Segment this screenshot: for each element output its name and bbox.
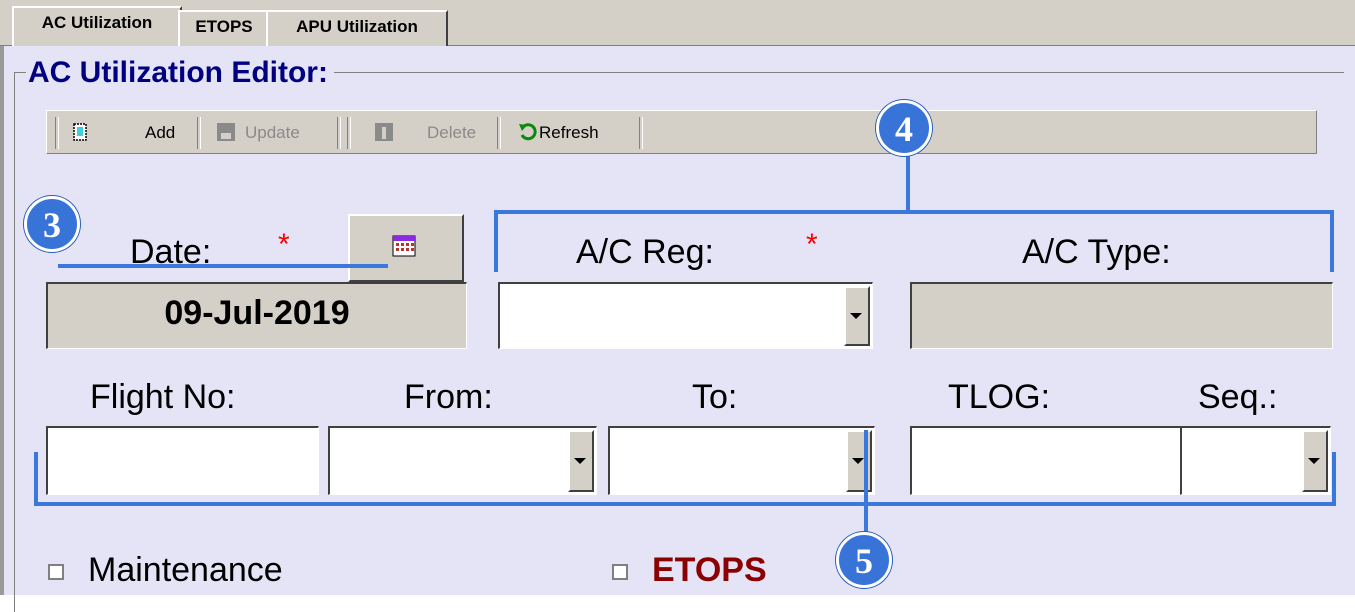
seq-select[interactable] xyxy=(1180,426,1331,495)
tab-strip: AC Utilization ETOPS APU Utilization xyxy=(0,0,1355,48)
ac-reg-label: A/C Reg: xyxy=(576,233,714,271)
flight-no-input[interactable] xyxy=(46,426,319,495)
update-button[interactable]: Update xyxy=(245,119,300,147)
ac-type-label: A/C Type: xyxy=(1022,233,1171,271)
toolbar-separator xyxy=(55,117,59,149)
toolbar-separator xyxy=(497,117,501,149)
date-field[interactable]: 09-Jul-2019 xyxy=(46,282,467,349)
callout-3-line xyxy=(58,264,388,268)
etops-checkbox[interactable] xyxy=(612,564,628,580)
callout-4-bracket-left xyxy=(494,210,498,272)
delete-button[interactable]: Delete xyxy=(427,119,476,147)
add-icon[interactable] xyxy=(69,121,91,143)
ac-reg-required-mark: * xyxy=(806,228,818,261)
chevron-down-icon xyxy=(852,458,864,464)
to-label: To: xyxy=(692,378,738,416)
callout-5: 5 xyxy=(836,532,892,588)
chevron-down-icon xyxy=(1308,458,1320,464)
calendar-button[interactable] xyxy=(348,214,464,282)
toolbar-separator xyxy=(197,117,201,149)
tlog-input[interactable] xyxy=(910,426,1183,495)
ac-type-field xyxy=(910,282,1333,349)
chevron-down-icon xyxy=(850,313,862,319)
callout-5-bracket-right xyxy=(1332,452,1336,506)
callout-3: 3 xyxy=(24,196,80,252)
to-dropdown-button[interactable] xyxy=(846,430,872,492)
editor-title: AC Utilization Editor: xyxy=(26,55,334,91)
seq-label: Seq.: xyxy=(1198,378,1278,416)
chevron-down-icon xyxy=(574,458,586,464)
toolbar-separator xyxy=(347,117,351,149)
callout-5-bracket-bottom xyxy=(34,502,1336,506)
flight-no-label: Flight No: xyxy=(90,378,236,416)
from-label: From: xyxy=(404,378,493,416)
callout-4: 4 xyxy=(876,100,932,156)
maintenance-checkbox[interactable] xyxy=(48,564,64,580)
toolbar: Add Update Delete Refresh xyxy=(46,110,1317,154)
maintenance-label: Maintenance xyxy=(88,551,283,589)
date-required-mark: * xyxy=(278,228,290,261)
tlog-label: TLOG: xyxy=(948,378,1051,416)
refresh-button[interactable]: Refresh xyxy=(539,119,599,147)
to-select[interactable] xyxy=(608,426,875,495)
ac-reg-select[interactable] xyxy=(498,282,873,349)
from-select[interactable] xyxy=(328,426,597,495)
callout-5-stem xyxy=(864,430,868,540)
refresh-icon[interactable] xyxy=(517,121,539,143)
seq-dropdown-button[interactable] xyxy=(1302,430,1328,492)
add-button[interactable]: Add xyxy=(145,119,175,147)
date-value: 09-Jul-2019 xyxy=(164,294,350,332)
callout-5-bracket-left xyxy=(34,452,38,506)
tab-apu-utilization[interactable]: APU Utilization xyxy=(266,10,448,48)
tab-ac-utilization[interactable]: AC Utilization xyxy=(12,6,182,48)
callout-4-stem xyxy=(906,150,910,212)
tab-etops[interactable]: ETOPS xyxy=(178,10,270,48)
calendar-icon xyxy=(392,235,416,257)
ac-reg-dropdown-button[interactable] xyxy=(844,286,870,346)
delete-icon[interactable] xyxy=(373,121,395,143)
update-icon[interactable] xyxy=(215,121,237,143)
toolbar-separator xyxy=(337,117,341,149)
callout-4-bracket-top xyxy=(494,210,1334,214)
toolbar-separator xyxy=(639,117,643,149)
from-dropdown-button[interactable] xyxy=(568,430,594,492)
etops-checkbox-label: ETOPS xyxy=(652,551,767,589)
callout-4-bracket-right xyxy=(1330,210,1334,272)
